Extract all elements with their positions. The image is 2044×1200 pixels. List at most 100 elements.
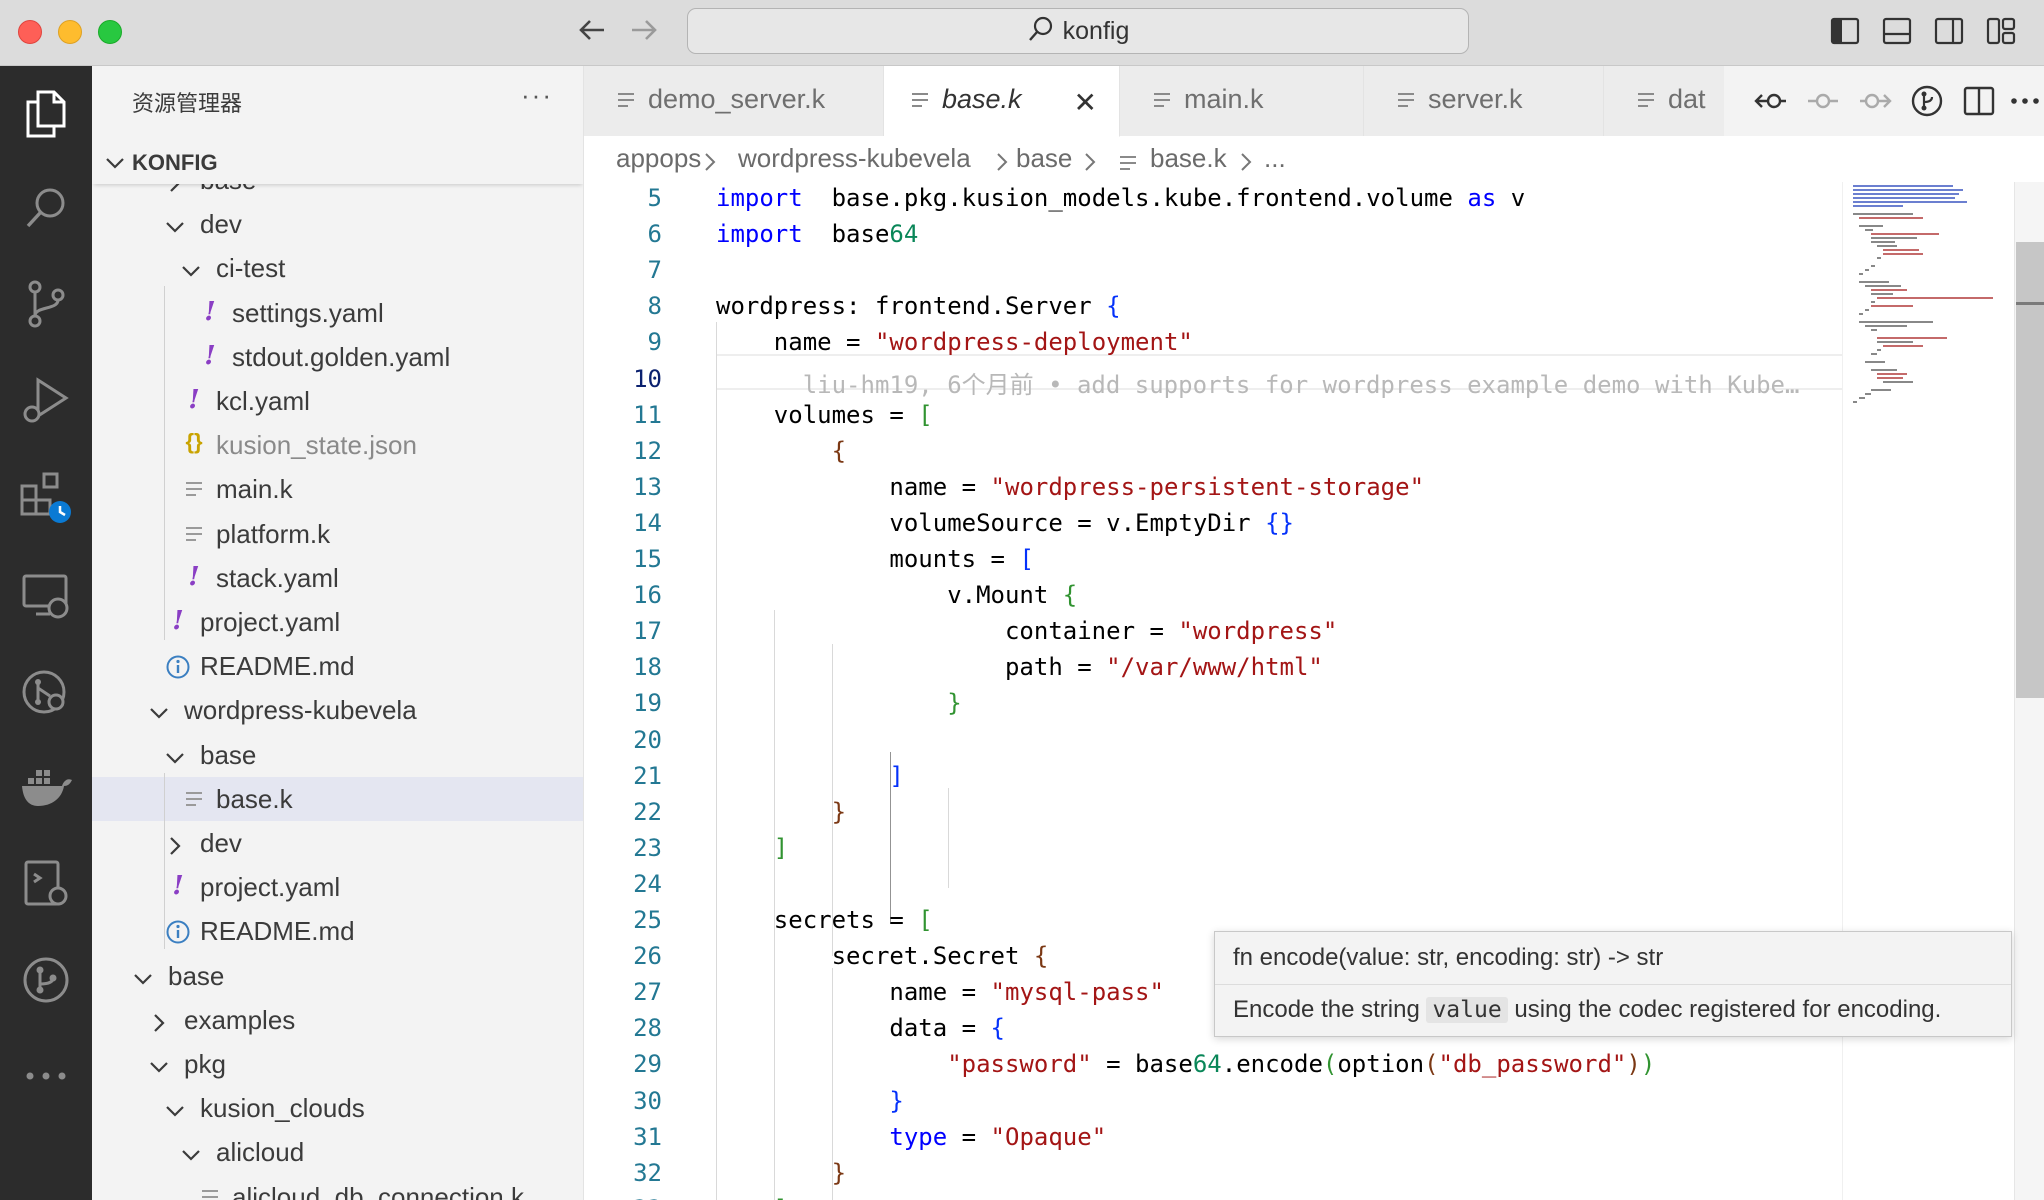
toggle-secondary-sidebar-icon[interactable]	[1934, 16, 1964, 46]
code-line[interactable]: mounts = [	[716, 545, 1034, 573]
tab-demo-server[interactable]: demo_server.k	[584, 66, 884, 136]
tree-item[interactable]: base	[92, 954, 583, 998]
tree-item[interactable]: main.k	[92, 467, 583, 511]
open-changes-icon[interactable]	[1806, 84, 1840, 118]
code-line[interactable]: secrets = [	[716, 906, 933, 934]
code-line[interactable]: liu-hm19, 6个月前 • add supports for wordpr…	[716, 365, 1800, 400]
code-line[interactable]: name = "mysql-pass"	[716, 978, 1164, 1006]
code-line[interactable]: v.Mount {	[716, 581, 1077, 609]
code-line[interactable]: ]	[716, 834, 788, 862]
code-line[interactable]: import base64	[716, 220, 918, 248]
tree-item[interactable]: base	[92, 733, 583, 777]
tree-item[interactable]: dev	[92, 202, 583, 246]
run-debug-icon[interactable]	[0, 360, 92, 440]
code-token: [	[918, 906, 933, 934]
gitlens-compare-icon[interactable]	[1910, 84, 1944, 118]
code-line[interactable]: }	[716, 798, 846, 826]
tree-item[interactable]: alicloud	[92, 1130, 583, 1174]
code-line[interactable]: secret.Secret {	[716, 942, 1049, 970]
code-line[interactable]: path = "/var/www/html"	[716, 653, 1323, 681]
docker-icon[interactable]	[0, 748, 92, 828]
search-view-icon[interactable]	[0, 168, 92, 248]
command-center-search[interactable]: konfig	[687, 8, 1469, 54]
tree-item[interactable]: wordpress-kubevela	[92, 688, 583, 732]
close-window-button[interactable]	[18, 20, 42, 44]
code-line[interactable]: }	[716, 689, 961, 717]
code-line[interactable]: {	[716, 437, 846, 465]
scrollbar-thumb[interactable]	[2016, 242, 2044, 698]
tree-item-label: alicloud_db_connection.k	[232, 1181, 524, 1200]
code-line[interactable]: ]	[716, 762, 903, 790]
tree-item[interactable]: examples	[92, 998, 583, 1042]
tree-item-label: stdout.golden.yaml	[232, 341, 451, 372]
code-token: "db_password"	[1438, 1050, 1627, 1079]
gitlens-icon[interactable]	[0, 940, 92, 1020]
tree-item[interactable]: base.k	[92, 776, 583, 821]
open-changes-previous-icon[interactable]	[1754, 84, 1788, 118]
breadcrumb-item[interactable]: base.k	[1150, 143, 1227, 174]
tree-item[interactable]: ! project.yaml	[92, 600, 583, 644]
tree-item[interactable]: kusion_clouds	[92, 1086, 583, 1130]
breadcrumb-item[interactable]: appops	[616, 143, 701, 174]
close-tab-icon[interactable]: ✕	[1074, 86, 1097, 119]
extensions-icon[interactable]	[0, 458, 92, 538]
code-line[interactable]: data = {	[716, 1014, 1005, 1042]
back-arrow-icon[interactable]	[572, 14, 612, 52]
code-line[interactable]: volumes = [	[716, 401, 933, 429]
tree-item[interactable]: ! stdout.golden.yaml	[92, 335, 583, 379]
tree-item[interactable]: dev	[92, 821, 583, 865]
breadcrumb-item[interactable]: ...	[1264, 143, 1286, 174]
open-changes-next-icon[interactable]	[1858, 84, 1892, 118]
code-editor[interactable]: 5 import base.pkg.kusion_models.kube.fron…	[584, 182, 1960, 1200]
code-line[interactable]: type = "Opaque"	[716, 1123, 1106, 1151]
tree-item[interactable]: {} kusion_state.json	[92, 423, 583, 467]
tab-base-k[interactable]: base.k ✕	[884, 66, 1120, 137]
tree-item[interactable]: ! settings.yaml	[92, 291, 583, 335]
forward-arrow-icon[interactable]	[624, 14, 664, 52]
code-line[interactable]: }	[716, 1159, 846, 1187]
line-number: 26	[633, 942, 662, 971]
code-line[interactable]: wordpress: frontend.Server {	[716, 292, 1121, 320]
toggle-panel-icon[interactable]	[1882, 16, 1912, 46]
tree-item[interactable]: README.md	[92, 644, 583, 688]
tab-main-k[interactable]: main.k	[1120, 66, 1364, 136]
tree-item[interactable]: ! project.yaml	[92, 865, 583, 909]
split-editor-icon[interactable]	[1962, 84, 1996, 118]
tree-item-label: kusion_state.json	[216, 430, 417, 461]
code-line[interactable]: container = "wordpress"	[716, 617, 1337, 645]
tab-server-k[interactable]: server.k	[1364, 66, 1604, 136]
tab-dat[interactable]: dat	[1604, 66, 1744, 136]
workspace-section-header[interactable]: KONFIG	[92, 144, 583, 184]
tree-item[interactable]: README.md	[92, 909, 583, 953]
tree-item[interactable]: pkg	[92, 1042, 583, 1086]
tree-item[interactable]: ci-test	[92, 246, 583, 290]
kusion-config-icon[interactable]	[0, 844, 92, 924]
code-line[interactable]: name = "wordpress-deployment"	[716, 328, 1193, 356]
code-line[interactable]: volumeSource = v.EmptyDir {}	[716, 509, 1294, 537]
customize-layout-icon[interactable]	[1986, 16, 2016, 46]
tree-item[interactable]: ! kcl.yaml	[92, 379, 583, 423]
breadcrumb-item[interactable]: base	[1016, 143, 1072, 174]
tree-item-label: dev	[200, 828, 242, 858]
code-line[interactable]: name = "wordpress-persistent-storage"	[716, 473, 1424, 501]
code-line[interactable]: }	[716, 1087, 903, 1115]
file-lines-icon	[1152, 90, 1172, 117]
git-graph-icon[interactable]	[0, 652, 92, 732]
toggle-primary-sidebar-icon[interactable]	[1830, 16, 1860, 46]
source-control-icon[interactable]	[0, 264, 92, 344]
breadcrumb-item[interactable]: wordpress-kubevela	[738, 143, 971, 174]
code-line[interactable]: "password" = base64.encode(option("db_pa…	[716, 1050, 1655, 1078]
minimap[interactable]	[1842, 182, 2014, 1200]
tree-item[interactable]: alicloud_db_connection.k	[92, 1175, 583, 1200]
remote-explorer-icon[interactable]	[0, 556, 92, 636]
explorer-icon[interactable]	[0, 74, 92, 154]
code-line[interactable]: ]	[716, 1195, 788, 1200]
explorer-more-actions-button[interactable]: ···	[521, 80, 553, 111]
zoom-window-button[interactable]	[98, 20, 122, 44]
more-views-icon[interactable]	[0, 1036, 92, 1116]
code-line[interactable]: import base.pkg.kusion_models.kube.front…	[716, 184, 1525, 212]
tree-item[interactable]: ! stack.yaml	[92, 556, 583, 600]
minimize-window-button[interactable]	[58, 20, 82, 44]
more-actions-icon[interactable]	[2010, 84, 2044, 118]
tree-item[interactable]: platform.k	[92, 512, 583, 556]
